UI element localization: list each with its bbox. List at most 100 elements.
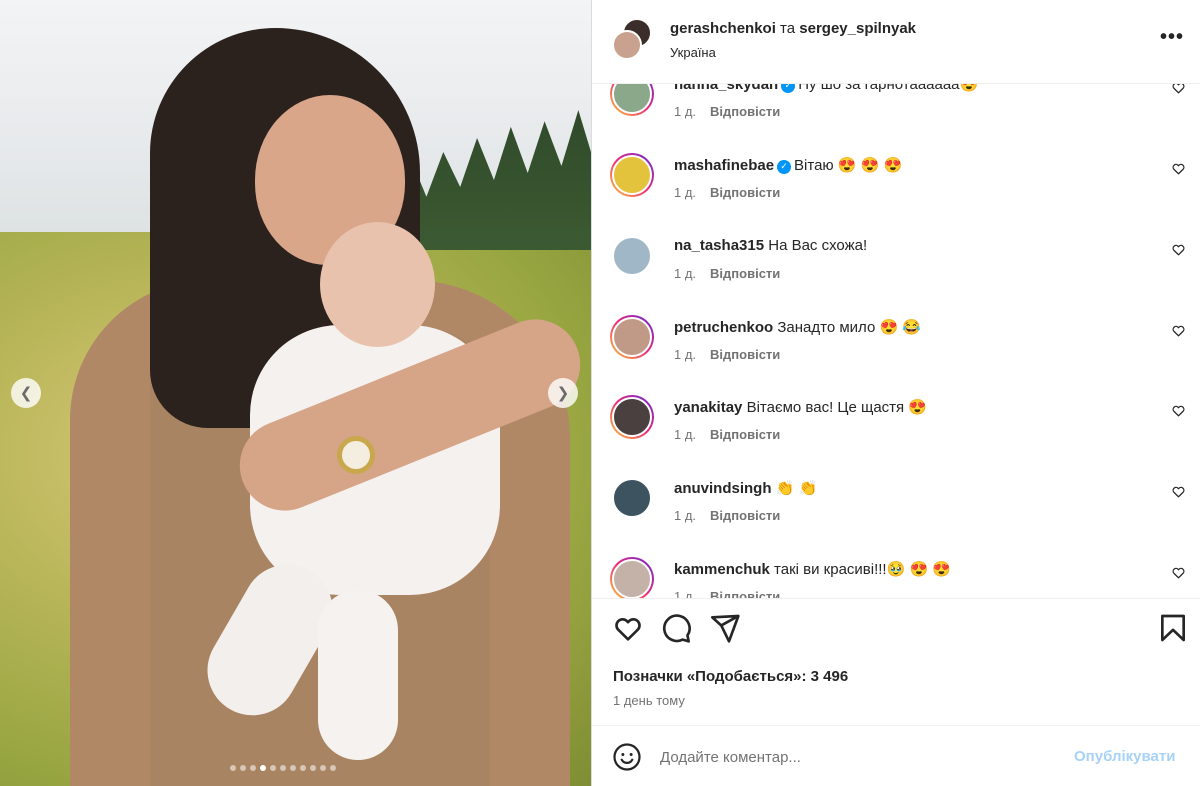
comment-body: такі ви красиві!!!🥹 😍 😍 [774, 561, 951, 578]
comment-meta: 1 д. Відповісти [674, 347, 780, 362]
comment-text: mashafinebae ✓ Вітаю 😍 😍 😍 [674, 156, 902, 174]
heart-icon[interactable] [1171, 565, 1186, 580]
divider [592, 598, 1200, 599]
comment-meta: 1 д. Відповісти [674, 508, 780, 523]
heart-icon[interactable] [612, 612, 644, 644]
avatar-image [612, 317, 652, 357]
comment-text: yanakitay Вітаємо вас! Це щастя 😍 [674, 398, 927, 416]
post-timestamp[interactable]: 1 день тому [613, 693, 685, 708]
avatar[interactable] [610, 476, 654, 520]
list-item: kammenchuk такі ви красиві!!!🥹 😍 😍 1 д. Ві… [592, 557, 1200, 598]
heart-icon[interactable] [1171, 161, 1186, 176]
carousel-dot [330, 765, 336, 771]
post-authors: gerashchenkoi та sergey_spilnyak [670, 20, 916, 37]
heart-icon[interactable] [1171, 84, 1186, 95]
reply-button[interactable]: Відповісти [710, 185, 780, 200]
comment-age[interactable]: 1 д. [674, 347, 696, 362]
list-item: mashafinebae ✓ Вітаю 😍 😍 😍 1 д. Відповісти [592, 153, 1200, 233]
list-item: na_tasha315 На Вас схожа! 1 д. Відповісти [592, 234, 1200, 314]
carousel-dot [260, 765, 266, 771]
instagram-post-modal: ❮ ❯ gerashchenkoi та sergey_spilnyak Укр… [0, 0, 1200, 786]
carousel-dot [240, 765, 246, 771]
comment-age[interactable]: 1 д. [674, 508, 696, 523]
carousel-dot [250, 765, 256, 771]
post-photo[interactable]: ❮ ❯ [0, 0, 591, 786]
comment-username[interactable]: mashafinebae [674, 157, 774, 174]
avatar[interactable] [610, 557, 654, 598]
heart-icon[interactable] [1171, 484, 1186, 499]
avatar[interactable] [610, 395, 654, 439]
avatar [612, 30, 642, 60]
comment-username[interactable]: na_tasha315 [674, 237, 764, 254]
carousel-dot [230, 765, 236, 771]
comment-text: kammenchuk такі ви красиві!!!🥹 😍 😍 [674, 560, 951, 578]
comment-username[interactable]: petruchenkoo [674, 319, 773, 336]
heart-icon[interactable] [1171, 242, 1186, 257]
comment-age[interactable]: 1 д. [674, 104, 696, 119]
carousel-prev-button[interactable]: ❮ [11, 378, 41, 408]
comment-username[interactable]: yanakitay [674, 399, 742, 416]
avatar-image [612, 155, 652, 195]
reply-button[interactable]: Відповісти [710, 589, 780, 598]
comment-meta: 1 д. Відповісти [674, 266, 780, 281]
reply-button[interactable]: Відповісти [710, 427, 780, 442]
avatar[interactable] [610, 315, 654, 359]
reply-button[interactable]: Відповісти [710, 266, 780, 281]
comment-username[interactable]: hanna_skydan [674, 84, 778, 93]
comment-age[interactable]: 1 д. [674, 589, 696, 598]
post-header: gerashchenkoi та sergey_spilnyak Україна… [592, 0, 1200, 84]
bookmark-icon[interactable] [1157, 612, 1189, 644]
photo-baby-leg [318, 590, 398, 760]
comment-age[interactable]: 1 д. [674, 266, 696, 281]
avatar[interactable] [610, 234, 654, 278]
avatar-image [612, 559, 652, 598]
reply-button[interactable]: Відповісти [710, 347, 780, 362]
avatar-image [612, 478, 652, 518]
avatar[interactable] [610, 84, 654, 116]
author-conjunction: та [780, 20, 796, 37]
carousel-dot [290, 765, 296, 771]
carousel-next-button[interactable]: ❯ [548, 378, 578, 408]
verified-icon: ✓ [781, 84, 796, 93]
comment-username[interactable]: kammenchuk [674, 561, 770, 578]
carousel-dot [270, 765, 276, 771]
author-link[interactable]: gerashchenkoi [670, 20, 776, 37]
comment-composer: Опублікувати [592, 726, 1200, 786]
list-item: hanna_skydan ✓ Ну шо за гарнотаааааа😍 1 д. В… [592, 84, 1200, 152]
comment-body: Вітаємо вас! Це щастя 😍 [746, 399, 928, 416]
verified-icon: ✓ [777, 160, 792, 174]
comment-age[interactable]: 1 д. [674, 185, 696, 200]
likes-count[interactable]: Позначки «Подобається»: 3 496 [613, 668, 848, 685]
comment-username[interactable]: anuvindsingh [674, 480, 772, 497]
comment-text: hanna_skydan ✓ Ну шо за гарнотаааааа😍 [674, 84, 978, 93]
carousel-dot [320, 765, 326, 771]
post-side-panel: gerashchenkoi та sergey_spilnyak Україна… [592, 0, 1200, 786]
comment-icon[interactable] [660, 612, 692, 644]
post-location[interactable]: Україна [670, 45, 716, 60]
emoji-icon[interactable] [612, 742, 642, 772]
share-icon[interactable] [709, 612, 741, 644]
heart-icon[interactable] [1171, 403, 1186, 418]
comment-input[interactable] [660, 740, 1060, 774]
reply-button[interactable]: Відповісти [710, 104, 780, 119]
comment-body: Ну шо за гарнотаааааа😍 [798, 84, 979, 93]
reply-button[interactable]: Відповісти [710, 508, 780, 523]
comment-body: Занадто мило 😍 😂 [777, 319, 921, 336]
comments-list[interactable]: hanna_skydan ✓ Ну шо за гарнотаааааа😍 1 д. В… [592, 84, 1200, 598]
collab-avatars[interactable] [612, 18, 654, 60]
comment-meta: 1 д. Відповісти [674, 589, 780, 598]
publish-button[interactable]: Опублікувати [1074, 748, 1175, 765]
avatar-image [612, 397, 652, 437]
comment-age[interactable]: 1 д. [674, 427, 696, 442]
comment-meta: 1 д. Відповісти [674, 104, 780, 119]
avatar[interactable] [610, 153, 654, 197]
comment-meta: 1 д. Відповісти [674, 427, 780, 442]
more-icon[interactable]: ••• [1160, 26, 1184, 49]
heart-icon[interactable] [1171, 323, 1186, 338]
avatar-image [612, 236, 652, 276]
author-link[interactable]: sergey_spilnyak [799, 20, 916, 37]
photo-baby-head [320, 222, 435, 347]
comment-text: anuvindsingh 👏 👏 [674, 479, 817, 497]
comment-body: 👏 👏 [775, 480, 818, 497]
list-item: yanakitay Вітаємо вас! Це щастя 😍 1 д. Від… [592, 395, 1200, 475]
